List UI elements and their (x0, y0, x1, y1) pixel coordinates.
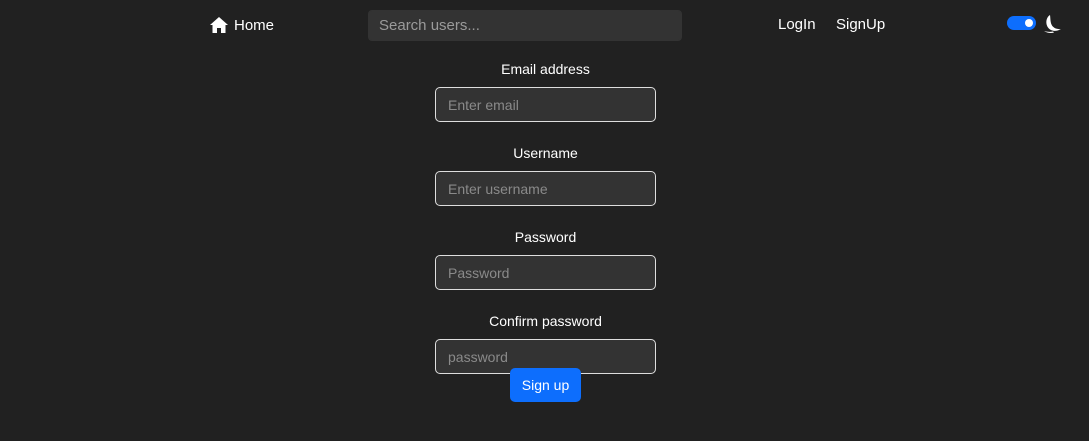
confirm-password-label: Confirm password (489, 313, 602, 329)
signup-form: Email address Username Password Confirm … (435, 58, 656, 395)
confirm-password-group: Confirm password (435, 311, 656, 374)
signup-submit-button[interactable]: Sign up (510, 368, 581, 402)
home-icon (210, 17, 228, 33)
username-group: Username (435, 143, 656, 206)
moon-icon (1044, 15, 1061, 33)
signup-link[interactable]: SignUp (836, 16, 885, 33)
password-group: Password (435, 227, 656, 290)
signup-page: Home LogIn SignUp Email address Username… (0, 0, 1089, 441)
login-link[interactable]: LogIn (778, 16, 816, 33)
email-label: Email address (501, 61, 590, 77)
search-input[interactable] (368, 10, 682, 41)
password-label: Password (514, 229, 577, 245)
email-field[interactable] (435, 87, 656, 122)
email-group: Email address (435, 59, 656, 122)
username-label: Username (513, 145, 578, 161)
toggle-knob (1025, 19, 1033, 27)
username-field[interactable] (435, 171, 656, 206)
home-label: Home (234, 16, 275, 34)
theme-toggle-switch[interactable] (1007, 16, 1036, 30)
navbar: Home LogIn SignUp (0, 0, 1089, 50)
password-field[interactable] (435, 255, 656, 290)
home-link[interactable]: Home (210, 14, 274, 36)
